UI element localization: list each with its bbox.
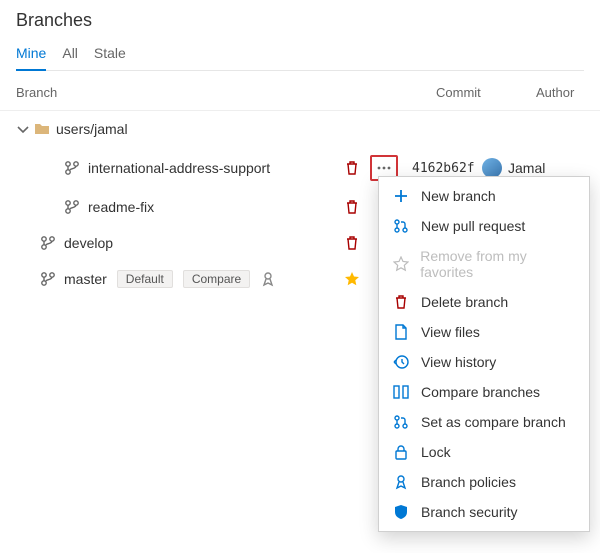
page-title: Branches bbox=[16, 10, 584, 31]
menu-delete-branch[interactable]: Delete branch bbox=[379, 287, 589, 317]
branch-icon bbox=[64, 160, 80, 176]
menu-label: Set as compare branch bbox=[421, 414, 566, 430]
menu-branch-policies[interactable]: Branch policies bbox=[379, 467, 589, 497]
menu-label: New branch bbox=[421, 188, 496, 204]
folder-icon bbox=[34, 121, 50, 137]
menu-label: Branch policies bbox=[421, 474, 516, 490]
pull-request-icon bbox=[391, 218, 411, 234]
tab-mine[interactable]: Mine bbox=[16, 39, 46, 71]
col-branch: Branch bbox=[16, 85, 436, 100]
menu-new-branch[interactable]: New branch bbox=[379, 181, 589, 211]
plus-icon bbox=[391, 188, 411, 204]
delete-icon[interactable] bbox=[344, 199, 360, 215]
menu-new-pull-request[interactable]: New pull request bbox=[379, 211, 589, 241]
menu-label: Remove from my favorites bbox=[420, 248, 577, 280]
menu-label: Lock bbox=[421, 444, 451, 460]
policy-icon bbox=[391, 474, 411, 490]
star-outline-icon bbox=[391, 256, 410, 272]
compare-icon bbox=[391, 384, 411, 400]
branch-name[interactable]: develop bbox=[64, 235, 113, 251]
tab-all[interactable]: All bbox=[62, 39, 78, 70]
branch-icon bbox=[64, 199, 80, 215]
menu-label: Delete branch bbox=[421, 294, 508, 310]
folder-label: users/jamal bbox=[56, 121, 128, 137]
branch-name[interactable]: international-address-support bbox=[88, 160, 270, 176]
shield-icon bbox=[391, 504, 411, 520]
favorite-star-icon[interactable] bbox=[344, 271, 360, 287]
pull-request-icon bbox=[391, 414, 411, 430]
delete-icon[interactable] bbox=[344, 160, 360, 176]
folder-row[interactable]: users/jamal bbox=[0, 111, 600, 147]
badge-default: Default bbox=[117, 270, 173, 288]
file-icon bbox=[391, 324, 411, 340]
branch-name[interactable]: master bbox=[64, 271, 107, 287]
branch-icon bbox=[40, 271, 56, 287]
badge-compare: Compare bbox=[183, 270, 250, 288]
menu-label: View history bbox=[421, 354, 496, 370]
chevron-down-icon[interactable] bbox=[16, 122, 30, 136]
menu-branch-security[interactable]: Branch security bbox=[379, 497, 589, 527]
menu-label: Branch security bbox=[421, 504, 517, 520]
menu-view-files[interactable]: View files bbox=[379, 317, 589, 347]
policy-icon[interactable] bbox=[260, 271, 276, 287]
author-name: Jamal bbox=[508, 160, 545, 176]
menu-set-compare[interactable]: Set as compare branch bbox=[379, 407, 589, 437]
col-commit: Commit bbox=[436, 85, 536, 100]
branch-name[interactable]: readme-fix bbox=[88, 199, 154, 215]
branch-icon bbox=[40, 235, 56, 251]
tabs: Mine All Stale bbox=[16, 39, 584, 71]
menu-compare-branches[interactable]: Compare branches bbox=[379, 377, 589, 407]
commit-hash[interactable]: 4162b62f bbox=[412, 161, 482, 176]
column-headers: Branch Commit Author bbox=[0, 75, 600, 111]
branch-context-menu: New branch New pull request Remove from … bbox=[378, 176, 590, 532]
menu-label: New pull request bbox=[421, 218, 525, 234]
menu-lock[interactable]: Lock bbox=[379, 437, 589, 467]
menu-remove-favorite: Remove from my favorites bbox=[379, 241, 589, 287]
tab-stale[interactable]: Stale bbox=[94, 39, 126, 70]
menu-view-history[interactable]: View history bbox=[379, 347, 589, 377]
history-icon bbox=[391, 354, 411, 370]
lock-icon bbox=[391, 444, 411, 460]
trash-icon bbox=[391, 294, 411, 310]
delete-icon[interactable] bbox=[344, 235, 360, 251]
col-author: Author bbox=[536, 85, 584, 100]
menu-label: Compare branches bbox=[421, 384, 540, 400]
avatar bbox=[482, 158, 502, 178]
menu-label: View files bbox=[421, 324, 480, 340]
